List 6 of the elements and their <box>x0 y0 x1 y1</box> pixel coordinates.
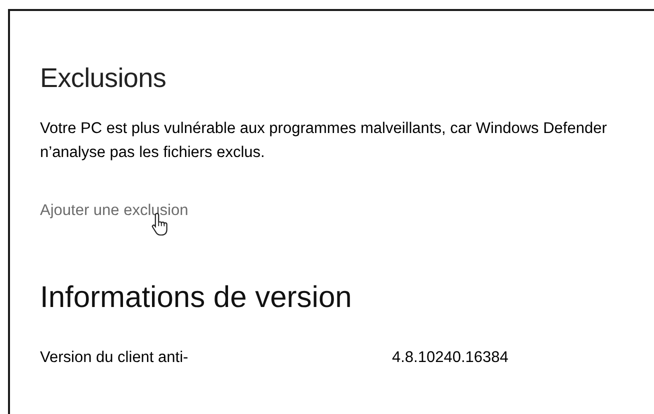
version-value: 4.8.10240.16384 <box>392 348 508 368</box>
description-text: Votre PC est plus vulnérable aux programmes malveillants, car Windows Defender n’analyse pas les fichiers exclus. <box>40 119 608 163</box>
section-heading: Exclusions <box>40 62 168 95</box>
version-label: Version du client anti- <box>40 348 188 368</box>
add-exclusion-link[interactable]: Ajouter une exclusion <box>40 202 188 219</box>
section-heading: Informations de version <box>40 280 353 316</box>
